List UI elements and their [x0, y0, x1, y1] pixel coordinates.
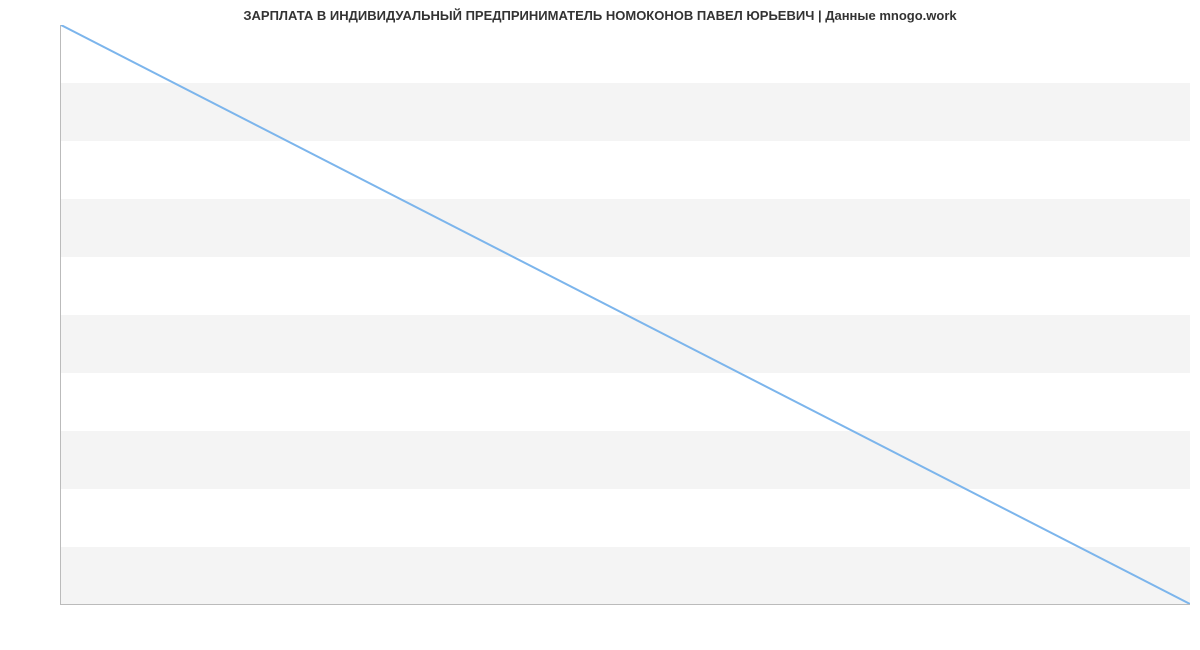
- y-axis-label: 93000: [60, 251, 61, 263]
- y-axis-label: 95000: [60, 25, 61, 31]
- line-layer: [61, 25, 1190, 604]
- plot-area: 90000 90500 91000 91500 92000 92500 93000 93500…: [60, 25, 1190, 605]
- x-axis-label: 2022: [60, 604, 73, 605]
- y-axis-label: 90500: [60, 541, 61, 553]
- series-line: [61, 25, 1190, 604]
- chart-title: ЗАРПЛАТА В ИНДИВИДУАЛЬНЫЙ ПРЕДПРИНИМАТЕЛ…: [0, 0, 1200, 23]
- y-axis-label: 91500: [60, 425, 61, 437]
- y-axis-label: 91000: [60, 483, 61, 495]
- y-axis-label: 93500: [60, 193, 61, 205]
- y-axis-label: 92500: [60, 309, 61, 321]
- chart-container: 90000 90500 91000 91500 92000 92500 93000 93500…: [60, 25, 1190, 605]
- y-axis-label: 94500: [60, 77, 61, 89]
- y-axis-label: 94000: [60, 135, 61, 147]
- y-axis-label: 90000: [60, 599, 61, 605]
- y-axis-label: 92000: [60, 367, 61, 379]
- x-axis-label: 2024: [1179, 604, 1190, 605]
